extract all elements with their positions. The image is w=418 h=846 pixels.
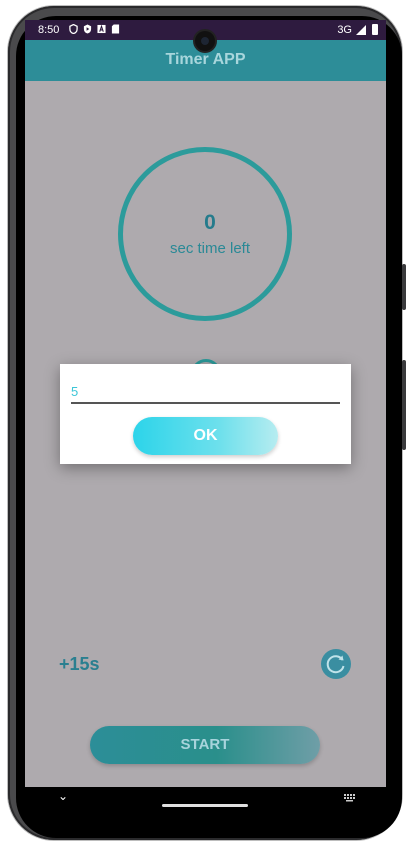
- power-button: [402, 264, 406, 310]
- shield-icon: [69, 24, 78, 34]
- start-button[interactable]: START: [90, 726, 320, 764]
- sd-card-icon: [111, 24, 120, 34]
- time-input-dialog: OK: [60, 364, 351, 464]
- reset-button[interactable]: [321, 649, 351, 679]
- keyboard-icon[interactable]: [344, 794, 356, 802]
- network-type: 3G: [337, 24, 352, 36]
- timer-label: sec time left: [169, 240, 251, 257]
- chevron-down-icon[interactable]: ⌄: [58, 789, 68, 803]
- font-icon: [97, 24, 106, 34]
- battery-icon: [372, 24, 378, 35]
- seconds-input[interactable]: [71, 380, 340, 404]
- timer-progress-ring: 0 sec time left: [118, 147, 292, 321]
- front-camera: [195, 31, 215, 51]
- signal-icon: [356, 25, 366, 35]
- status-time: 8:50: [38, 24, 60, 36]
- reset-icon: [326, 655, 345, 674]
- home-handle[interactable]: [162, 804, 248, 807]
- navigation-bar: ⌄: [25, 787, 386, 813]
- volume-button: [402, 360, 406, 450]
- play-protect-icon: [83, 24, 92, 34]
- app-title: Timer APP: [165, 51, 246, 68]
- screen: 8:50 3G Timer APP 0 sec time left +15s S…: [25, 20, 386, 813]
- timer-value: 0: [204, 211, 216, 234]
- status-icons: [69, 24, 120, 34]
- ok-button[interactable]: OK: [133, 417, 278, 455]
- add-time-button[interactable]: +15s: [59, 654, 100, 675]
